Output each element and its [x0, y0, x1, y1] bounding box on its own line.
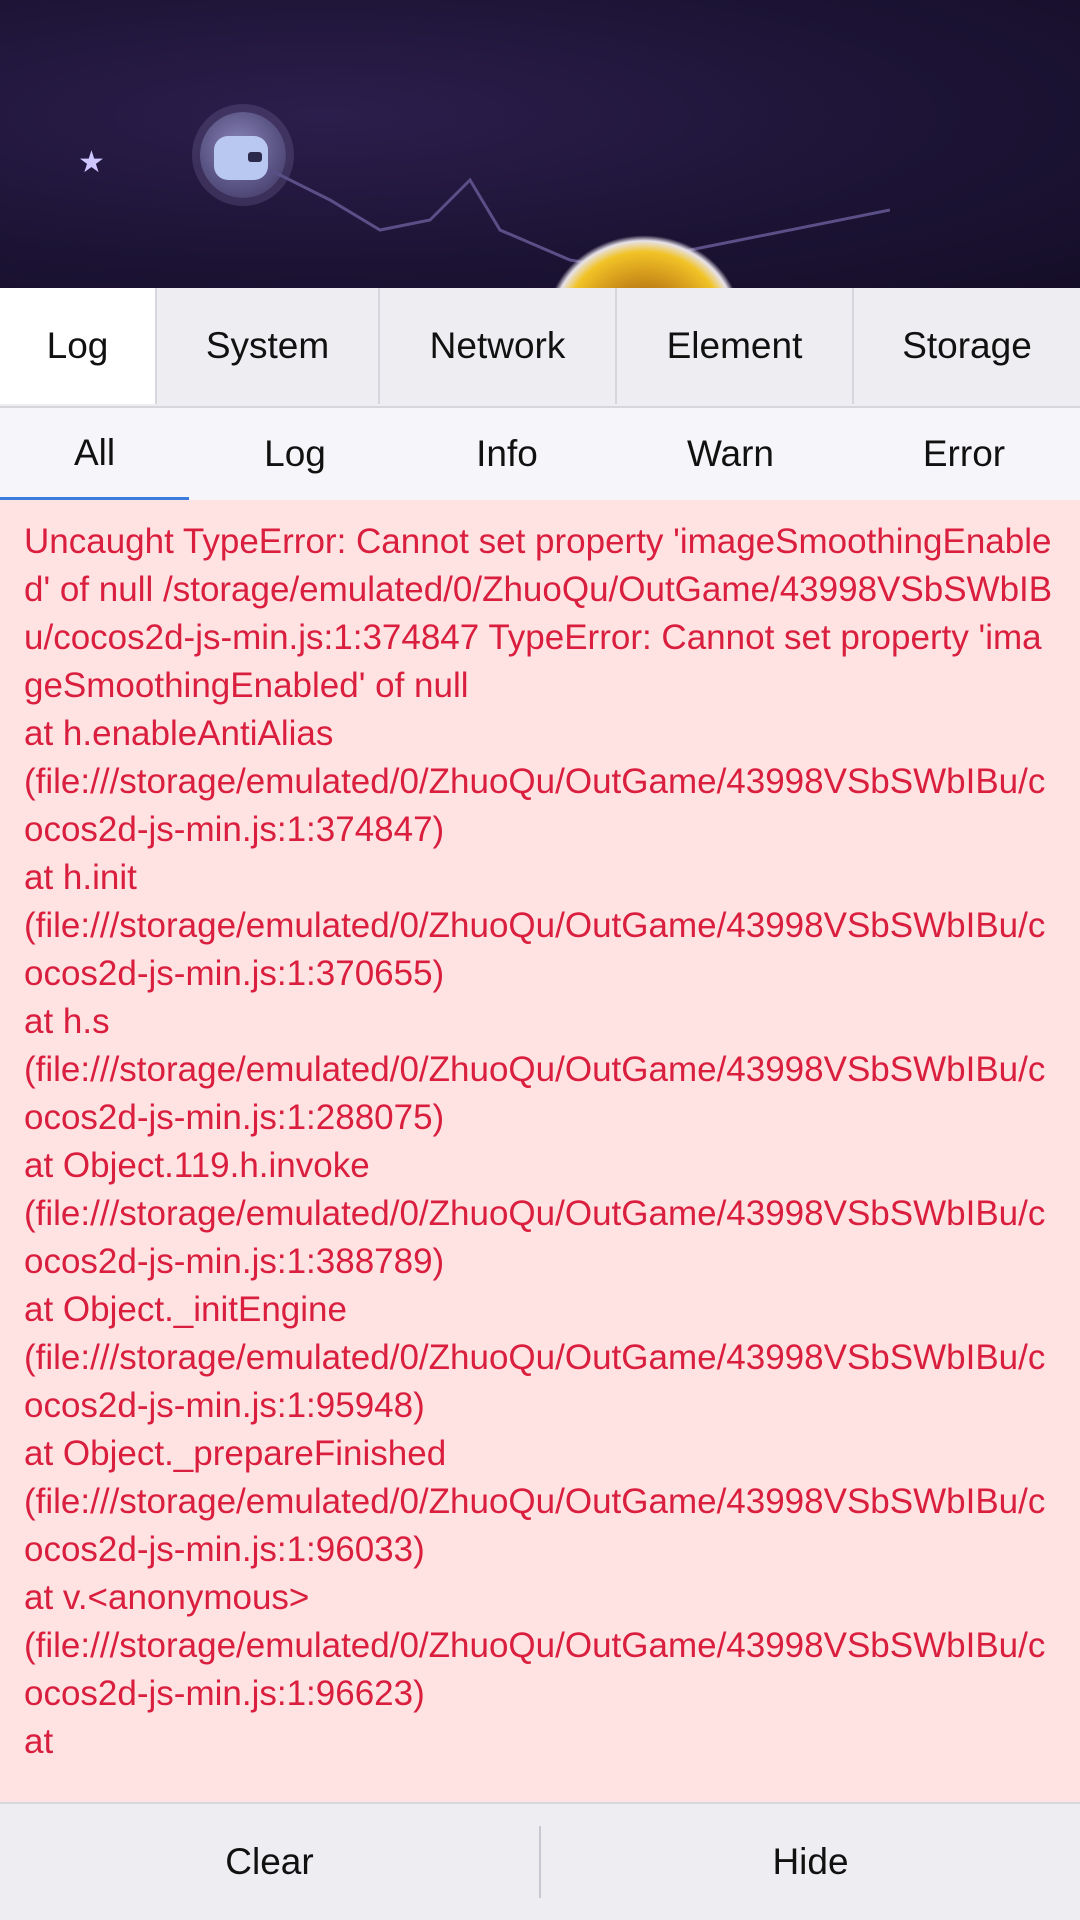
vconsole-panel: Log System Network Element Storage All L…	[0, 288, 1080, 1920]
filter-all[interactable]: All	[0, 408, 189, 500]
tab-network[interactable]: Network	[380, 288, 617, 404]
tab-log[interactable]: Log	[0, 288, 157, 404]
clear-button[interactable]: Clear	[0, 1804, 539, 1920]
filter-log[interactable]: Log	[189, 408, 401, 500]
bottom-toolbar: Clear Hide	[0, 1802, 1080, 1920]
hide-button[interactable]: Hide	[541, 1804, 1080, 1920]
filter-warn[interactable]: Warn	[613, 408, 848, 500]
tab-system[interactable]: System	[157, 288, 380, 404]
filter-error[interactable]: Error	[848, 408, 1080, 500]
error-log-entry: Uncaught TypeError: Cannot set property …	[24, 522, 1053, 1761]
log-filter-bar: All Log Info Warn Error	[0, 408, 1080, 502]
top-tab-bar: Log System Network Element Storage	[0, 288, 1080, 408]
tab-storage[interactable]: Storage	[854, 288, 1080, 404]
tab-element[interactable]: Element	[617, 288, 854, 404]
log-output[interactable]: Uncaught TypeError: Cannot set property …	[0, 500, 1080, 1802]
star-icon: ★	[78, 146, 105, 179]
filter-info[interactable]: Info	[401, 408, 613, 500]
game-background: ★	[0, 0, 1080, 288]
sun-face-icon	[214, 136, 268, 180]
